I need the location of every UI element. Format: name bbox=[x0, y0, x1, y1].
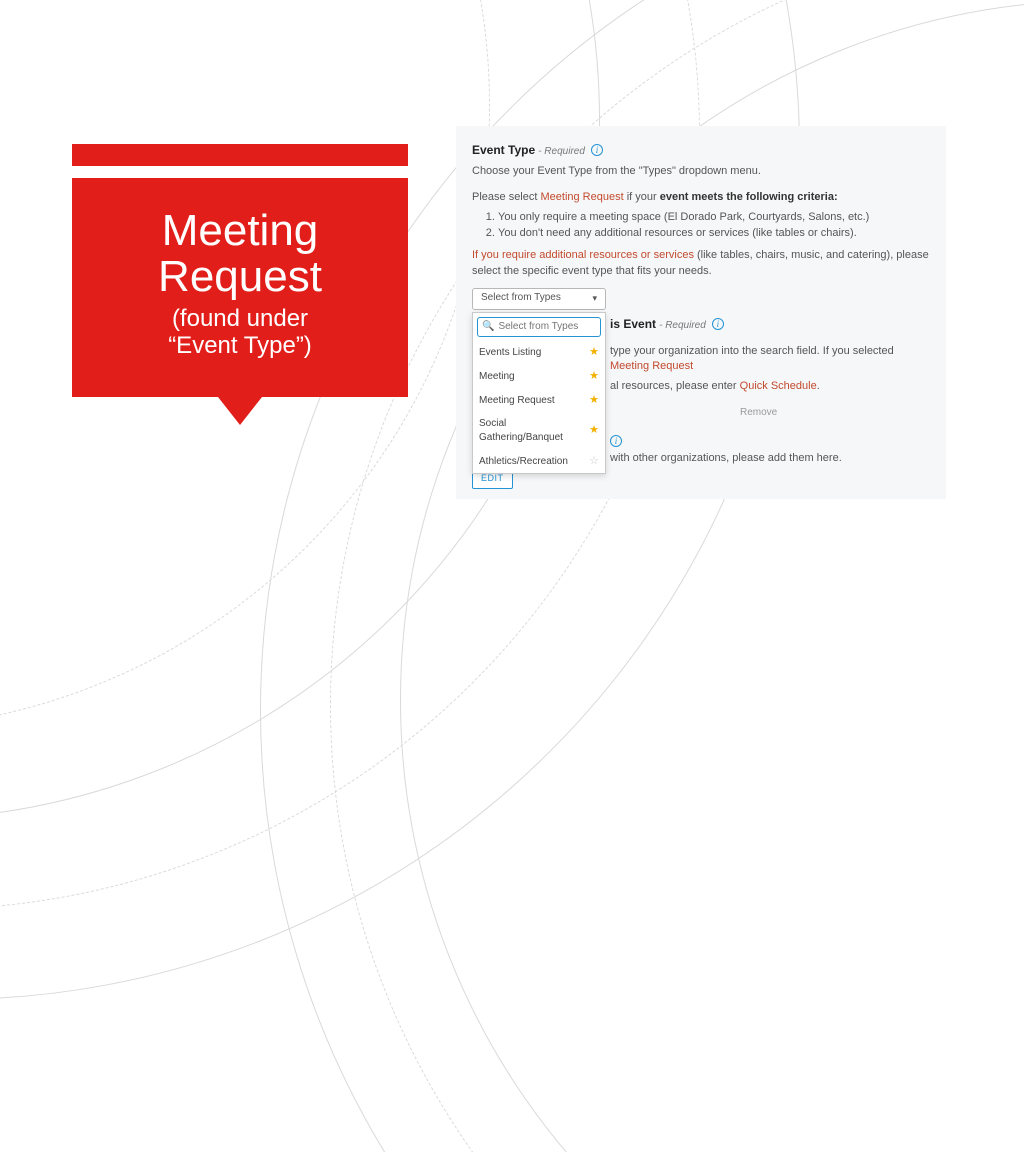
callout-card: Meeting Request (found under “Event Type… bbox=[72, 144, 408, 425]
star-icon[interactable]: ★ bbox=[589, 393, 599, 409]
org-heading-tail: is Event bbox=[610, 317, 656, 331]
callout-accent-bar bbox=[72, 144, 408, 166]
info-icon[interactable]: i bbox=[591, 144, 603, 156]
org-section: is Event - Required i type your organiza… bbox=[610, 316, 930, 468]
coop-line: with other organizations, please add the… bbox=[610, 452, 842, 464]
callout-subtitle: (found under “Event Type”) bbox=[100, 306, 380, 359]
criteria-lead-link: Meeting Request bbox=[540, 191, 623, 203]
dropdown-item-label: Meeting Request bbox=[479, 394, 555, 409]
org-line1: type your organization into the search f… bbox=[610, 344, 930, 376]
org-remove-row: Remove bbox=[610, 405, 930, 421]
dropdown-item[interactable]: Athletics/Recreation ☆ bbox=[473, 450, 605, 473]
event-type-desc: Choose your Event Type from the "Types" … bbox=[472, 164, 930, 180]
org-line2-post: . bbox=[817, 380, 820, 392]
event-type-heading: Event Type bbox=[472, 143, 535, 157]
event-type-dropdown-trigger[interactable]: Select from Types ▾ bbox=[472, 288, 606, 310]
criteria-item: You don't need any additional resources … bbox=[498, 226, 930, 242]
callout-title-l2: Request bbox=[158, 252, 322, 301]
star-icon[interactable]: ☆ bbox=[589, 454, 599, 470]
callout-pointer-icon bbox=[218, 397, 262, 425]
criteria-list: You only require a meeting space (El Dor… bbox=[498, 210, 930, 242]
alt-lead: If you require additional resources or s… bbox=[472, 248, 930, 280]
org-line1-pre: type your organization into the search f… bbox=[610, 345, 894, 357]
chevron-down-icon: ▾ bbox=[592, 292, 597, 305]
criteria-lead-pre: Please select bbox=[472, 191, 540, 203]
event-type-header-row: Event Type - Required i bbox=[472, 142, 930, 160]
callout-title-l1: Meeting bbox=[162, 206, 319, 255]
star-icon[interactable]: ★ bbox=[589, 369, 599, 385]
event-type-required: - Required bbox=[538, 146, 585, 157]
event-type-dropdown-popup: 🔍 Events Listing ★ Meeting ★ Meeting Reque… bbox=[472, 312, 606, 475]
alt-lead-red: If you require additional resources or s… bbox=[472, 249, 694, 261]
remove-link[interactable]: Remove bbox=[740, 407, 777, 418]
event-type-dropdown: Select from Types ▾ 🔍 Events Listing★ Me… bbox=[472, 288, 930, 310]
org-line2-pre: al resources, please enter bbox=[610, 380, 740, 392]
form-panel: Event Type - Required i Choose your Even… bbox=[456, 126, 946, 499]
org-required: - Required bbox=[659, 320, 706, 331]
dropdown-item[interactable]: Social Gathering/Banquet★ bbox=[473, 413, 605, 450]
callout-sub-l1: (found under bbox=[172, 305, 308, 332]
dropdown-item-label: Social Gathering/Banquet bbox=[479, 417, 589, 446]
info-icon[interactable]: i bbox=[712, 318, 724, 330]
dropdown-search: 🔍 bbox=[477, 317, 601, 338]
dropdown-item-label: Meeting bbox=[479, 370, 515, 385]
dropdown-item[interactable]: Events Listing ★ bbox=[473, 341, 605, 365]
dropdown-trigger-label: Select from Types bbox=[481, 291, 561, 306]
org-header-row: is Event - Required i bbox=[610, 316, 930, 334]
callout-title: Meeting Request bbox=[100, 208, 380, 300]
criteria-lead: Please select Meeting Request if your ev… bbox=[472, 190, 930, 206]
org-line1-link: Meeting Request bbox=[610, 360, 693, 372]
dropdown-item-label: Athletics/Recreation bbox=[479, 455, 568, 470]
dropdown-item[interactable]: Meeting ★ bbox=[473, 365, 605, 389]
search-icon: 🔍 bbox=[482, 320, 494, 335]
criteria-item: You only require a meeting space (El Dor… bbox=[498, 210, 930, 226]
star-icon[interactable]: ★ bbox=[589, 345, 599, 361]
criteria-lead-post: if your bbox=[624, 191, 660, 203]
dropdown-search-input[interactable] bbox=[498, 321, 596, 332]
callout-body: Meeting Request (found under “Event Type… bbox=[72, 178, 408, 397]
org-line2-link: Quick Schedule bbox=[740, 380, 817, 392]
criteria-lead-bold: event meets the following criteria: bbox=[660, 191, 838, 203]
dropdown-item[interactable]: Meeting Request ★ bbox=[473, 389, 605, 413]
star-icon[interactable]: ★ bbox=[589, 423, 599, 439]
coop-row: i with other organizations, please add t… bbox=[610, 435, 930, 467]
info-icon[interactable]: i bbox=[610, 435, 622, 447]
org-line2: al resources, please enter Quick Schedul… bbox=[610, 379, 930, 395]
dropdown-item-label: Events Listing bbox=[479, 346, 541, 361]
dropdown-list[interactable]: Events Listing ★ Meeting ★ Meeting Request… bbox=[473, 341, 605, 473]
callout-sub-l2: “Event Type”) bbox=[168, 332, 312, 359]
